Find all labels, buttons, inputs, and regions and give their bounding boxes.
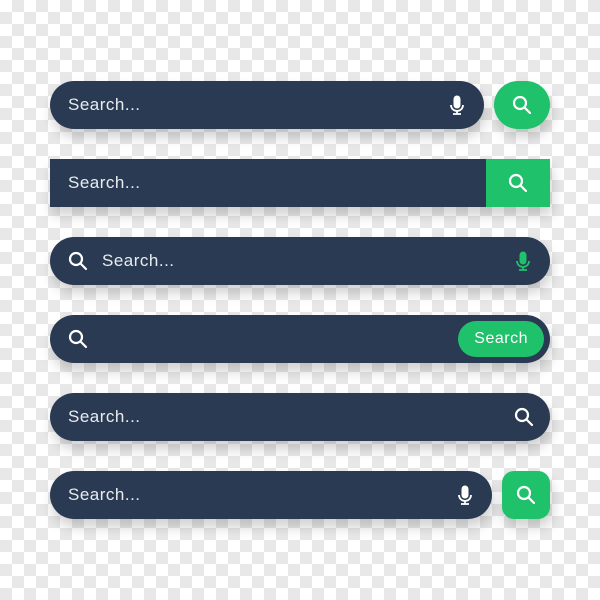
search-bar[interactable]: Search...: [50, 393, 550, 441]
search-button[interactable]: [494, 81, 550, 129]
search-row-1: Search...: [50, 81, 550, 129]
search-row-5: Search...: [50, 393, 550, 441]
search-placeholder: Search...: [102, 251, 504, 271]
search-button-label: Search: [474, 330, 528, 348]
magnifier-icon[interactable]: [514, 407, 534, 427]
mic-icon[interactable]: [456, 485, 474, 505]
search-bar[interactable]: Search...: [50, 159, 550, 207]
magnifier-icon: [516, 485, 536, 505]
search-button[interactable]: Search: [458, 321, 544, 357]
search-row-3: Search...: [50, 237, 550, 285]
search-row-2: Search...: [50, 159, 550, 207]
search-row-6: Search...: [50, 471, 550, 519]
search-placeholder: Search...: [68, 407, 504, 427]
mic-icon[interactable]: [514, 251, 532, 271]
search-placeholder: Search...: [68, 95, 438, 115]
magnifier-icon[interactable]: [68, 329, 88, 349]
magnifier-icon[interactable]: [68, 251, 88, 271]
mic-icon[interactable]: [448, 95, 466, 115]
search-placeholder: Search...: [68, 173, 476, 193]
search-button[interactable]: [486, 159, 550, 207]
search-bar[interactable]: Search...: [50, 237, 550, 285]
search-row-4: Search: [50, 315, 550, 363]
magnifier-icon: [508, 173, 528, 193]
magnifier-icon: [512, 95, 532, 115]
search-bar[interactable]: Search: [50, 315, 550, 363]
search-bar[interactable]: Search...: [50, 471, 492, 519]
search-button[interactable]: [502, 471, 550, 519]
search-bar[interactable]: Search...: [50, 81, 484, 129]
search-placeholder: Search...: [68, 485, 446, 505]
